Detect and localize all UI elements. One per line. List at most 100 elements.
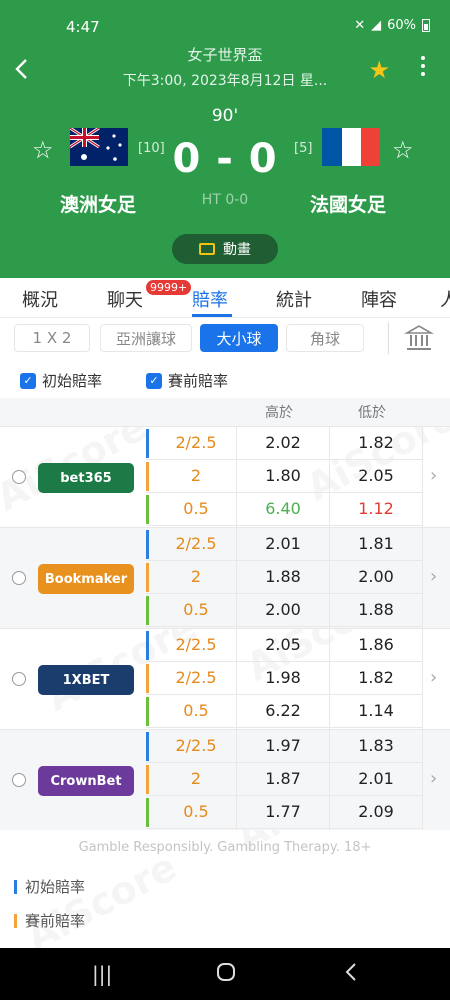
market-tab-corners[interactable]: 角球 xyxy=(286,324,364,352)
odds-row[interactable]: 0.5 6.40 1.12 xyxy=(146,493,422,526)
status-time: 4:47 xyxy=(66,18,100,36)
under-odds: 1.82 xyxy=(358,668,394,687)
pregame-odds-checkbox[interactable]: ✓ 賽前賠率 xyxy=(146,370,228,391)
under-odds: 2.09 xyxy=(358,802,394,821)
checkmark-icon: ✓ xyxy=(146,372,162,389)
divider xyxy=(422,730,423,830)
row-type-bar xyxy=(146,697,149,726)
tab-lineup[interactable]: 陣容 xyxy=(361,286,397,312)
over-odds: 1.77 xyxy=(265,802,301,821)
under-odds: 1.82 xyxy=(358,433,394,452)
checkmark-icon: ✓ xyxy=(20,372,36,389)
row-type-bar xyxy=(146,798,149,827)
goal-line: 0.5 xyxy=(183,701,209,720)
over-odds: 1.97 xyxy=(265,736,301,755)
favorite-star-icon[interactable]: ★ xyxy=(368,56,390,84)
recent-apps-icon[interactable]: ||| xyxy=(92,962,112,986)
bookmaker-logo: CrownBet xyxy=(38,766,134,796)
main-tabs: 概況 聊天 賠率 統計 陣容 人 xyxy=(0,278,450,318)
home-icon[interactable] xyxy=(216,962,236,987)
goal-line: 2 xyxy=(190,769,202,788)
pregame-odds-label: 賽前賠率 xyxy=(168,372,229,390)
chevron-right-icon[interactable]: › xyxy=(430,667,437,688)
match-header: 4:47 ✕ ◢ 60% 女子世界盃 下午3:00, 2023年8月12日 星.… xyxy=(0,0,450,278)
odds-row[interactable]: 0.5 2.00 1.88 xyxy=(146,594,422,627)
row-type-bar xyxy=(146,765,149,794)
row-type-bar xyxy=(146,563,149,592)
chevron-right-icon[interactable]: › xyxy=(430,566,437,587)
goal-line: 2/2.5 xyxy=(175,433,217,452)
animation-button[interactable]: 動畫 xyxy=(172,234,278,264)
odds-row[interactable]: 2/2.5 2.05 1.86 xyxy=(146,629,422,662)
pitch-icon xyxy=(199,243,215,255)
odds-row[interactable]: 2 1.80 2.05 xyxy=(146,460,422,493)
bookmaker-group[interactable]: bet365 › 2/2.5 2.02 1.82 2 1.80 2.05 0.5 6.40 1.12 xyxy=(0,426,450,527)
odds-row[interactable]: 2 1.87 2.01 xyxy=(146,763,422,796)
more-menu-icon[interactable] xyxy=(420,56,426,80)
bookmaker-group[interactable]: CrownBet › 2/2.5 1.97 1.83 2 1.87 2.01 0.5 1.77 2.… xyxy=(0,729,450,830)
select-radio[interactable] xyxy=(12,571,26,585)
odds-row[interactable]: 2/2.5 2.02 1.82 xyxy=(146,427,422,460)
row-type-bar xyxy=(146,495,149,524)
tab-more[interactable]: 人 xyxy=(440,286,450,312)
initial-odds-label: 初始賠率 xyxy=(42,372,103,390)
goal-line: 0.5 xyxy=(183,499,209,518)
under-odds: 1.86 xyxy=(358,635,394,654)
battery-text: 60% xyxy=(387,18,416,33)
under-odds: 1.88 xyxy=(358,600,394,619)
chat-badge: 9999+ xyxy=(146,280,192,295)
chevron-right-icon[interactable]: › xyxy=(430,768,437,789)
under-odds: 1.81 xyxy=(358,534,394,553)
market-tab-1x2[interactable]: 1 X 2 xyxy=(14,324,90,352)
tab-overview[interactable]: 概況 xyxy=(22,286,58,312)
goal-line: 2/2.5 xyxy=(175,736,217,755)
active-tab-indicator xyxy=(192,314,232,317)
row-type-bar xyxy=(146,596,149,625)
bookmaker-logo: bet365 xyxy=(38,463,134,493)
odds-row[interactable]: 2 1.88 2.00 xyxy=(146,561,422,594)
tab-odds[interactable]: 賠率 xyxy=(192,286,228,312)
over-odds: 6.22 xyxy=(265,701,301,720)
select-radio[interactable] xyxy=(12,672,26,686)
watermark: AiScore xyxy=(19,844,184,960)
select-radio[interactable] xyxy=(12,470,26,484)
divider xyxy=(422,629,423,729)
follow-away-star-icon[interactable]: ☆ xyxy=(392,136,414,164)
odds-column-header: 高於 低於 xyxy=(0,398,450,426)
bank-icon[interactable] xyxy=(404,324,434,352)
legend-initial: 初始賠率 xyxy=(14,876,85,897)
goal-line: 2 xyxy=(190,466,202,485)
odds-row[interactable]: 0.5 6.22 1.14 xyxy=(146,695,422,728)
back-nav-icon[interactable] xyxy=(344,962,358,987)
goal-line: 2 xyxy=(190,567,202,586)
wifi-icon: ◢ xyxy=(371,18,382,33)
goal-line: 0.5 xyxy=(183,802,209,821)
chevron-right-icon[interactable]: › xyxy=(430,465,437,486)
odds-row[interactable]: 2/2.5 1.97 1.83 xyxy=(146,730,422,763)
odds-row[interactable]: 2/2.5 2.01 1.81 xyxy=(146,528,422,561)
match-score: 0 - 0 xyxy=(172,136,278,182)
tab-chat[interactable]: 聊天 xyxy=(107,286,143,312)
over-odds: 2.02 xyxy=(265,433,301,452)
under-odds: 2.05 xyxy=(358,466,394,485)
france-flag-icon xyxy=(322,128,380,166)
over-odds: 2.01 xyxy=(265,534,301,553)
market-tab-asian-handicap[interactable]: 亞洲讓球 xyxy=(100,324,192,352)
under-odds: 1.14 xyxy=(358,701,394,720)
legend-label: 賽前賠率 xyxy=(25,912,86,930)
away-rank: [5] xyxy=(294,141,313,156)
bookmaker-group[interactable]: 1XBET › 2/2.5 2.05 1.86 2/2.5 1.98 1.82 0.5 6.22 1… xyxy=(0,628,450,729)
away-team-name[interactable]: 法國女足 xyxy=(310,190,386,217)
goal-line: 2/2.5 xyxy=(175,534,217,553)
tab-stats[interactable]: 統計 xyxy=(276,286,312,312)
initial-odds-checkbox[interactable]: ✓ 初始賠率 xyxy=(20,370,102,391)
market-tab-over-under[interactable]: 大小球 xyxy=(200,324,278,352)
odds-row[interactable]: 0.5 1.77 2.09 xyxy=(146,796,422,829)
row-type-bar xyxy=(146,664,149,693)
under-odds: 2.01 xyxy=(358,769,394,788)
select-radio[interactable] xyxy=(12,773,26,787)
bookmaker-group[interactable]: Bookmaker › 2/2.5 2.01 1.81 2 1.88 2.00 0.5 2.00 1… xyxy=(0,527,450,628)
divider xyxy=(422,427,423,527)
odds-row[interactable]: 2/2.5 1.98 1.82 xyxy=(146,662,422,695)
over-column-label: 高於 xyxy=(265,405,293,421)
